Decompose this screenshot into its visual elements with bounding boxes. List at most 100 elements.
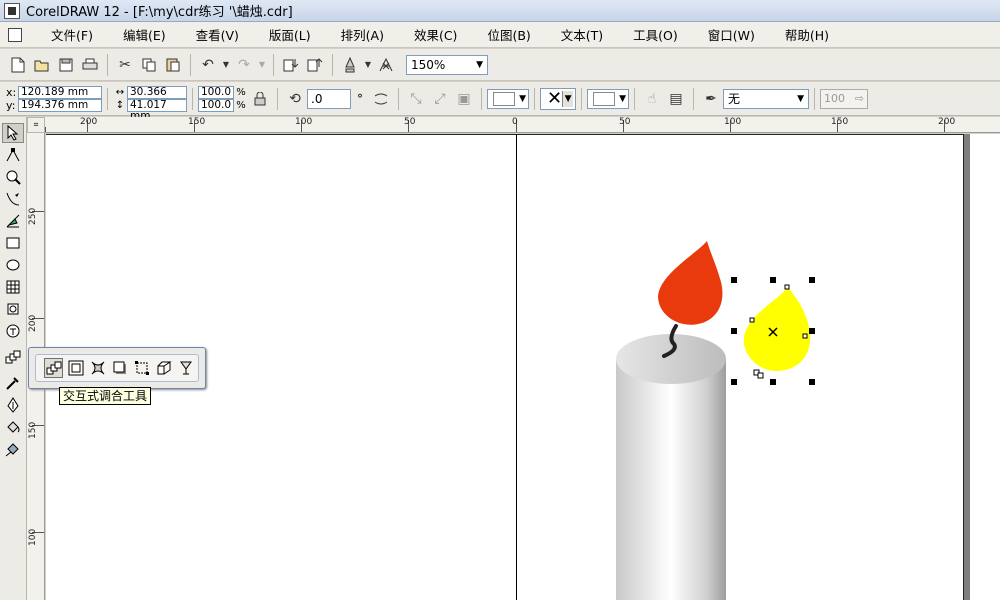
menu-edit[interactable]: 编辑(E) xyxy=(108,25,181,44)
redo-dropdown-icon[interactable]: ▼ xyxy=(257,54,267,76)
rectangle-tool-icon[interactable] xyxy=(2,233,24,253)
copy-icon[interactable] xyxy=(138,54,160,76)
application-launcher-icon[interactable] xyxy=(339,54,361,76)
blend-tool-flyout xyxy=(28,347,206,389)
coreldraw-window: CorelDRAW 12 - [F:\my\cdr练习 '\蜡烛.cdr] 文件… xyxy=(0,0,1000,600)
eyedropper-tool-icon[interactable] xyxy=(2,373,24,393)
pick-tool-icon[interactable] xyxy=(2,123,24,143)
size-fields: ↔ 30.366 mm ↕ 41.017 mm xyxy=(113,85,187,121)
interactive-drop-shadow-icon[interactable] xyxy=(110,358,129,378)
menu-tools[interactable]: 工具(O) xyxy=(618,25,693,44)
property-bar: x: 120.189 mm y: 194.376 mm ↔ 30.366 mm … xyxy=(0,82,1000,121)
menu-bitmaps[interactable]: 位图(B) xyxy=(472,25,545,44)
scale-x-input[interactable]: 100.0 xyxy=(198,85,234,99)
redo-icon[interactable]: ↷ xyxy=(233,54,255,76)
launcher-dropdown-icon[interactable]: ▼ xyxy=(363,54,373,76)
menu-effects[interactable]: 效果(C) xyxy=(399,25,472,44)
chevron-down-icon: ▼ xyxy=(519,93,526,104)
candle-body[interactable] xyxy=(616,359,726,600)
print-icon[interactable] xyxy=(79,54,101,76)
interactive-distortion-icon[interactable] xyxy=(88,358,107,378)
paste-icon[interactable] xyxy=(162,54,184,76)
red-flame[interactable] xyxy=(658,241,723,325)
title-bar: CorelDRAW 12 - [F:\my\cdr练习 '\蜡烛.cdr] xyxy=(0,0,1000,22)
width-input[interactable]: 30.366 mm xyxy=(127,85,187,108)
horizontal-ruler[interactable]: 200 150 100 50 0 50 100 150 200 xyxy=(45,117,1000,133)
toolbox xyxy=(0,117,27,600)
height-input[interactable]: 41.017 mm xyxy=(127,98,187,121)
menu-layout[interactable]: 版面(L) xyxy=(254,25,326,44)
interactive-transparency-icon[interactable] xyxy=(176,358,195,378)
wrap-text-icon[interactable]: ☝ xyxy=(641,88,663,110)
zoom-level-select[interactable]: 150% ▼ xyxy=(406,54,488,75)
order-icon[interactable]: ▤ xyxy=(665,88,687,110)
x-label: x: xyxy=(6,85,17,99)
interactive-fill-tool-icon[interactable] xyxy=(2,439,24,459)
pen-icon: ✒ xyxy=(705,90,717,107)
outline-style-select[interactable]: 无 ▼ xyxy=(723,88,809,109)
interactive-envelope-icon[interactable] xyxy=(132,358,151,378)
import-icon[interactable] xyxy=(280,54,302,76)
interactive-extrude-icon[interactable] xyxy=(154,358,173,378)
shape-tool-icon[interactable] xyxy=(2,145,24,165)
rotate-icon: ⟲ xyxy=(289,90,301,107)
export-icon[interactable] xyxy=(304,54,326,76)
lock-ratio-icon[interactable] xyxy=(249,88,271,110)
break-apart-icon[interactable]: ▣ xyxy=(453,88,475,110)
save-icon[interactable] xyxy=(55,54,77,76)
scale-fields: 100.0 % 100.0 % xyxy=(198,85,248,112)
chevron-down-icon: ▼ xyxy=(619,93,626,104)
menu-help[interactable]: 帮助(H) xyxy=(770,25,844,44)
basic-shapes-tool-icon[interactable] xyxy=(2,299,24,319)
percent-label: % xyxy=(236,99,246,111)
interactive-contour-icon[interactable] xyxy=(66,358,85,378)
outline-style-value: 无 xyxy=(728,92,741,106)
scale-y-input[interactable]: 100.0 xyxy=(198,98,234,112)
open-icon[interactable] xyxy=(31,54,53,76)
percent-label: % xyxy=(236,86,246,98)
cut-icon[interactable]: ✂ xyxy=(114,54,136,76)
tooltip: 交互式调合工具 xyxy=(59,387,152,405)
document-icon[interactable] xyxy=(8,27,22,42)
window-title: CorelDRAW 12 - [F:\my\cdr练习 '\蜡烛.cdr] xyxy=(26,5,293,20)
disabled-value-input[interactable]: 100 ⇨ xyxy=(820,88,868,109)
degree-label: ° xyxy=(357,91,363,106)
app-icon[interactable] xyxy=(4,2,20,19)
convert-line-icon[interactable]: ⤢ xyxy=(429,88,451,110)
menu-window[interactable]: 窗口(W) xyxy=(693,25,770,44)
mirror-icon[interactable] xyxy=(370,88,392,110)
freehand-tool-icon[interactable] xyxy=(2,189,24,209)
new-document-icon[interactable] xyxy=(7,54,29,76)
y-position-input[interactable]: 194.376 mm xyxy=(18,98,102,112)
corel-online-icon[interactable] xyxy=(375,54,397,76)
x-position-input[interactable]: 120.189 mm xyxy=(18,85,102,99)
interactive-blend-tool-icon[interactable] xyxy=(2,347,24,367)
to-curve-icon[interactable]: ⤡ xyxy=(405,88,427,110)
menu-arrange[interactable]: 排列(A) xyxy=(326,25,399,44)
rotation-angle-input[interactable]: .0 xyxy=(307,88,351,109)
undo-icon[interactable]: ↶ xyxy=(197,54,219,76)
ellipse-tool-icon[interactable] xyxy=(2,255,24,275)
height-icon: ↕ xyxy=(115,99,125,111)
fill-tool-icon[interactable] xyxy=(2,417,24,437)
interactive-blend-icon[interactable] xyxy=(44,358,64,378)
y-label: y: xyxy=(6,98,16,112)
text-tool-icon[interactable] xyxy=(2,321,24,341)
menu-bar: 文件(F) 编辑(E) 查看(V) 版面(L) 排列(A) 效果(C) 位图(B… xyxy=(0,22,1000,48)
smart-fill-tool-icon[interactable] xyxy=(2,211,24,231)
standard-toolbar: ✂ ↶ ▼ ↷ ▼ ▼ 150% ▼ xyxy=(0,49,1000,81)
menu-file[interactable]: 文件(F) xyxy=(36,25,108,44)
undo-dropdown-icon[interactable]: ▼ xyxy=(221,54,231,76)
position-fields: x: 120.189 mm y: 194.376 mm xyxy=(6,85,102,112)
chevron-down-icon: ▼ xyxy=(797,93,804,104)
menu-text[interactable]: 文本(T) xyxy=(546,25,618,44)
fill-color-select[interactable]: ▼ xyxy=(487,88,529,109)
outline-tool-icon[interactable] xyxy=(2,395,24,415)
chevron-down-icon: ▼ xyxy=(562,90,573,107)
outline-width-select[interactable]: ✕ ▼ xyxy=(540,87,576,110)
outline-color-select[interactable]: ▼ xyxy=(587,88,629,109)
zoom-tool-icon[interactable] xyxy=(2,167,24,187)
menu-view[interactable]: 查看(V) xyxy=(181,25,254,44)
ruler-origin-icon[interactable]: ⌗ xyxy=(27,117,45,133)
graph-paper-tool-icon[interactable] xyxy=(2,277,24,297)
